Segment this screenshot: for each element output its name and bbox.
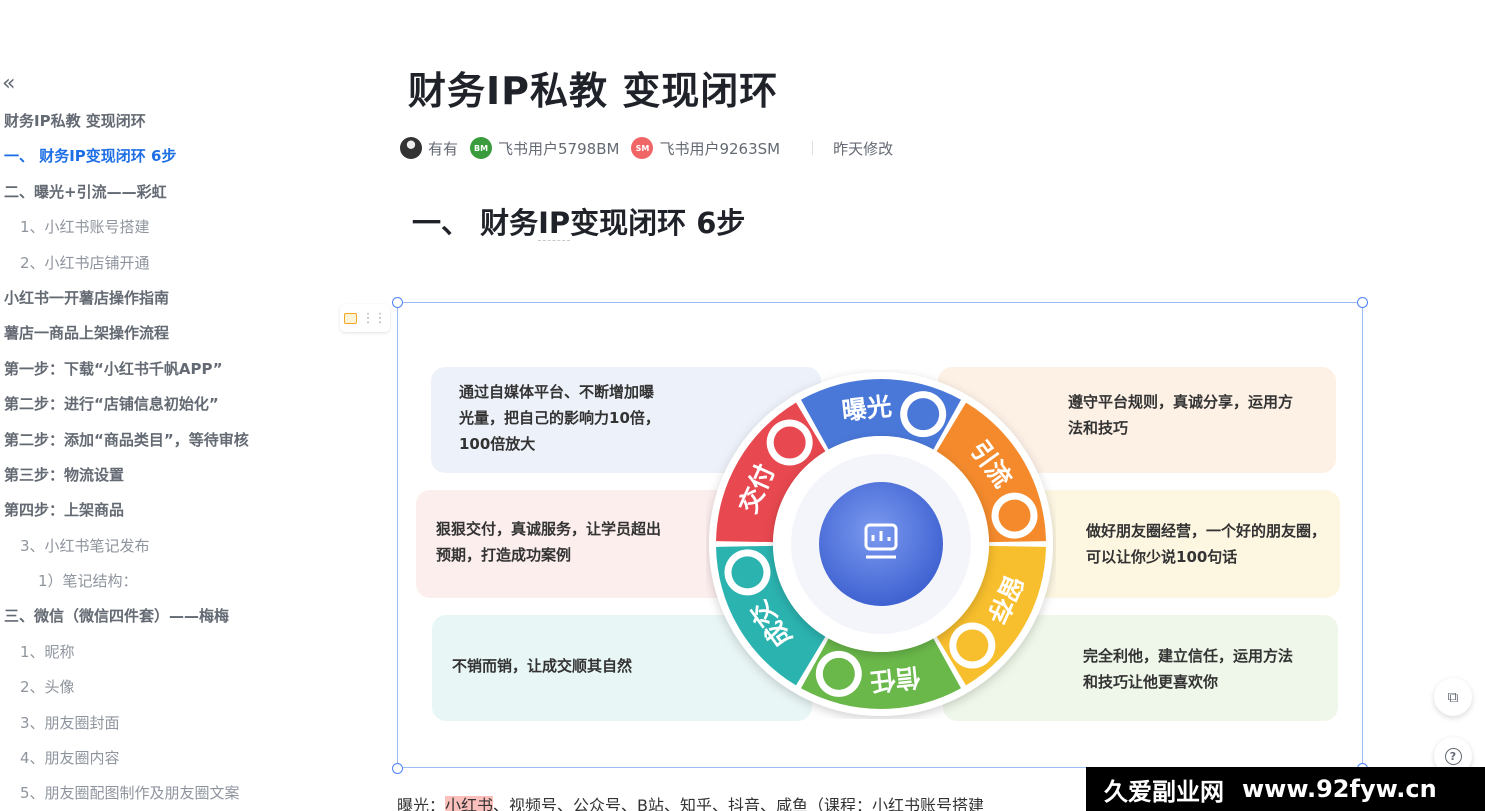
outline-item[interactable]: 第二步：添加“商品类目”，等待审核 [0, 424, 330, 459]
avatar [400, 137, 422, 159]
heading-text: 一、 财务 [412, 206, 539, 240]
author-name: 飞书用户5798BM [498, 139, 620, 158]
outline-item[interactable]: 第二步：进行“店铺信息初始化” [0, 388, 330, 423]
block-menu-handle[interactable]: ⋮⋮ [340, 304, 390, 332]
author-name: 有有 [428, 139, 459, 158]
divider [812, 141, 814, 155]
outline-item[interactable]: 第四步：上架商品 [0, 494, 330, 529]
outline-item[interactable]: 第三步：物流设置 [0, 459, 330, 494]
exposure-paragraph[interactable]: 曝光：小红书、视频号、公众号、B站、知乎、抖音、咸鱼（课程：小红书账号搭建 [397, 792, 984, 811]
resize-handle-top-left[interactable] [392, 297, 403, 308]
resize-handle-top-right[interactable] [1357, 297, 1368, 308]
watermark-site-name: 久爱副业网 [1104, 777, 1224, 806]
copy-icon: ⧉ [1447, 688, 1459, 706]
outline-item[interactable]: 1、小红书账号搭建 [0, 211, 330, 246]
image-block-icon [344, 312, 358, 324]
author-5798bm[interactable]: BM 飞书用户5798BM [470, 137, 619, 159]
outline-item[interactable]: 小红书一开薯店操作指南 [0, 282, 330, 317]
document-outline: 财务IP私教 变现闭环 一、 财务IP变现闭环 6步 二、曝光+引流——彩虹 1、小红… [0, 105, 330, 811]
avatar: BM [470, 137, 493, 159]
heading-text: 变现闭环 6步 [570, 206, 746, 240]
author-youyou[interactable]: 有有 [400, 137, 458, 159]
outline-item[interactable]: 一、 财务IP变现闭环 6步 [0, 140, 330, 175]
author-name: 飞书用户9263SM [659, 139, 781, 158]
outline-item[interactable]: 二、曝光+引流——彩虹 [0, 176, 330, 211]
outline-item[interactable]: 2、头像 [0, 671, 330, 706]
outline-item[interactable]: 5、朋友圈配图制作及朋友圈文案 [0, 777, 330, 811]
resize-handle-bottom-left[interactable] [392, 763, 403, 774]
para-prefix: 曝光： [397, 796, 446, 811]
help-icon: ? [1444, 747, 1462, 765]
avatar: SM [631, 137, 654, 159]
modified-time: 昨天修改 [833, 139, 894, 158]
outline-item[interactable]: 2、小红书店铺开通 [0, 247, 330, 282]
outline-item[interactable]: 1、昵称 [0, 636, 330, 671]
heading-ip-term[interactable]: IP [538, 206, 571, 241]
drag-grip-icon[interactable]: ⋮⋮ [362, 311, 387, 326]
author-bar: 有有 BM 飞书用户5798BM SM 飞书用户9263SM 昨天修改 [400, 135, 893, 161]
image-selection-frame [397, 302, 1363, 768]
author-9263sm[interactable]: SM 飞书用户9263SM [631, 137, 780, 159]
document-title[interactable]: 财务IP私教 变现闭环 [408, 60, 778, 115]
para-text: 、视频号、公众号、B站、知乎、抖音、咸鱼（课程：小红书账号搭建 [493, 796, 985, 811]
watermark-url: www.92fyw.cn [1242, 775, 1437, 803]
outline-item[interactable]: 财务IP私教 变现闭环 [0, 105, 330, 140]
copy-button[interactable]: ⧉ [1434, 678, 1472, 716]
outline-item[interactable]: 1）笔记结构： [0, 565, 330, 600]
highlighted-text: 小红书 [445, 796, 494, 811]
outline-item[interactable]: 三、微信（微信四件套）——梅梅 [0, 600, 330, 635]
outline-item[interactable]: 3、朋友圈封面 [0, 707, 330, 742]
outline-item[interactable]: 3、小红书笔记发布 [0, 530, 330, 565]
section-heading[interactable]: 一、 财务IP变现闭环 6步 [412, 200, 745, 242]
outline-item[interactable]: 第一步：下载“小红书千帆APP” [0, 353, 330, 388]
collapse-sidebar-icon[interactable]: « [2, 72, 15, 96]
outline-item[interactable]: 4、朋友圈内容 [0, 742, 330, 777]
site-watermark: 久爱副业网 www.92fyw.cn [1086, 767, 1485, 811]
outline-item[interactable]: 薯店一商品上架操作流程 [0, 317, 330, 352]
